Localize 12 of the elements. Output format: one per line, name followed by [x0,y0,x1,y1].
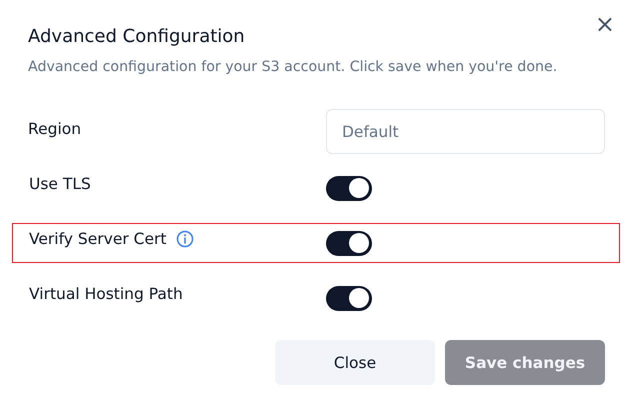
dialog-description: Advanced configuration for your S3 account. Click save when you're done. [28,59,558,75]
field-label: Region [28,120,82,138]
toggle-switch[interactable] [326,230,372,256]
info-icon[interactable] [176,230,194,248]
toggle-label: Verify Server Cert [29,230,166,248]
toggle-switch[interactable] [326,176,372,200]
close-button[interactable]: Close [275,340,435,385]
toggle-label: Virtual Hosting Path [29,285,183,303]
dialog-title: Advanced Configuration [28,26,246,47]
toggle-label: Use TLS [29,175,91,193]
toggle-switch[interactable] [326,286,372,310]
region-input-field[interactable]: Default [326,109,605,154]
